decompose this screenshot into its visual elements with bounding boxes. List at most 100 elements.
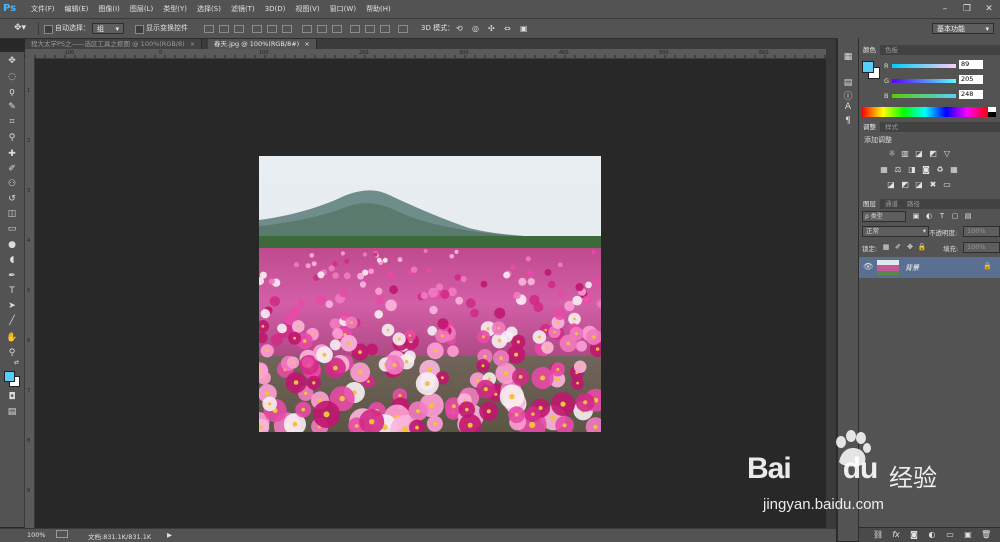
restore-button[interactable]: ❐ (956, 0, 978, 18)
menu-type[interactable]: 类型(Y) (158, 0, 192, 18)
auto-align-icon[interactable] (398, 25, 408, 33)
lasso-tool-icon[interactable]: ϙ (5, 85, 19, 99)
photo-filter-icon[interactable]: ◙ (921, 165, 931, 175)
hue-saturation-icon[interactable]: ▦ (879, 165, 889, 175)
roll-3d-icon[interactable]: ◎ (472, 19, 479, 38)
hand-tool-icon[interactable]: ✋ (5, 331, 19, 345)
exposure-icon[interactable]: ◩ (928, 149, 938, 159)
path-select-tool-icon[interactable]: ➤ (5, 299, 19, 313)
layer-name[interactable]: 背景 (905, 263, 919, 273)
filter-pixel-icon[interactable]: ▣ (911, 211, 921, 221)
distribute-hcenter-icon[interactable] (365, 25, 375, 33)
foreground-color-swatch[interactable] (862, 61, 874, 73)
distribute-bottom-icon[interactable] (332, 25, 342, 33)
minimize-button[interactable]: – (934, 0, 956, 18)
blur-tool-icon[interactable]: ● (5, 238, 19, 252)
fill-field[interactable]: 100% (963, 242, 1000, 253)
lock-position-icon[interactable]: ✥ (905, 242, 915, 252)
distribute-vcenter-icon[interactable] (317, 25, 327, 33)
selective-color-icon[interactable]: ✖ (928, 180, 938, 190)
move-tool-preset-icon[interactable]: ✥▾ (14, 19, 26, 38)
crop-tool-icon[interactable]: ⌗ (5, 115, 19, 129)
layer-kind-filter[interactable]: ρ 类型 (862, 211, 906, 222)
properties-panel-icon[interactable]: ▤ (841, 76, 855, 90)
move-tool-icon[interactable]: ✥ (5, 54, 19, 68)
distribute-top-icon[interactable] (302, 25, 312, 33)
distribute-left-icon[interactable] (350, 25, 360, 33)
posterize-icon[interactable]: ◩ (900, 180, 910, 190)
menu-select[interactable]: 选择(S) (192, 0, 226, 18)
curves-icon[interactable]: ◪ (914, 149, 924, 159)
g-slider[interactable] (892, 79, 956, 83)
link-icon[interactable]: ⛓ (873, 530, 883, 540)
menu-view[interactable]: 视图(V) (290, 0, 324, 18)
color-lookup-icon[interactable]: ▦ (949, 165, 959, 175)
status-menu-arrow-icon[interactable]: ▶ (167, 531, 172, 539)
quick-mask-icon[interactable]: ◘ (5, 390, 19, 404)
pen-tool-icon[interactable]: ✒ (5, 269, 19, 283)
tab-styles[interactable]: 样式 (881, 122, 902, 132)
character-panel-icon[interactable]: A (841, 100, 855, 114)
rotate-3d-icon[interactable]: ⟲ (456, 19, 463, 38)
dodge-tool-icon[interactable]: ◖ (5, 253, 19, 267)
fx-icon[interactable]: fx (891, 530, 901, 540)
channel-mixer-icon[interactable]: ♻ (935, 165, 945, 175)
align-top-icon[interactable] (204, 25, 214, 33)
black-swatch[interactable] (988, 112, 996, 117)
lock-transparent-icon[interactable]: ▦ (881, 242, 891, 252)
opacity-field[interactable]: 100% (963, 226, 1000, 237)
eye-icon[interactable]: 👁 (863, 262, 873, 271)
menu-layer[interactable]: 图层(L) (125, 0, 158, 18)
eraser-tool-icon[interactable]: ◫ (5, 207, 19, 221)
b-slider[interactable] (892, 94, 956, 98)
swap-colors-icon[interactable]: ⇄ (12, 358, 21, 367)
menu-filter[interactable]: 滤镜(T) (226, 0, 260, 18)
tab-layers[interactable]: 图层 (859, 199, 880, 209)
history-panel-icon[interactable]: ▦ (841, 50, 855, 64)
g-value[interactable]: 205 (959, 75, 983, 84)
brush-tool-icon[interactable]: ✐ (5, 162, 19, 176)
b-value[interactable]: 248 (959, 90, 983, 99)
eyedropper-tool-icon[interactable]: ⚲ (5, 131, 19, 145)
trash-icon[interactable]: 🗑 (981, 530, 991, 540)
tab-adjustments[interactable]: 调整 (859, 122, 880, 132)
document-tab-1[interactable]: 程大太学PS之——选区工具之抠图 @ 100%(RGB/8) × (25, 39, 203, 49)
auto-select-dropdown[interactable]: 组 ▾ (92, 23, 124, 34)
document-tab-2[interactable]: 春天.jpg @ 100%(RGB/8#) × (208, 39, 317, 49)
auto-select-checkbox[interactable] (44, 25, 53, 34)
history-brush-tool-icon[interactable]: ↺ (5, 192, 19, 206)
align-right-icon[interactable] (282, 25, 292, 33)
quick-select-tool-icon[interactable]: ✎ (5, 100, 19, 114)
align-hcenter-icon[interactable] (267, 25, 277, 33)
filter-adjust-icon[interactable]: ◐ (924, 211, 934, 221)
marquee-tool-icon[interactable]: ◌ (5, 70, 19, 84)
close-button[interactable]: ✕ (978, 0, 1000, 18)
r-value[interactable]: 89 (959, 60, 983, 69)
menu-file[interactable]: 文件(F) (26, 0, 60, 18)
layer-row-background[interactable]: 👁 背景 🔒 (859, 257, 1000, 278)
scale-3d-icon[interactable]: ▣ (520, 19, 528, 38)
line-tool-icon[interactable]: ╱ (5, 314, 19, 328)
filter-type-icon[interactable]: T (937, 211, 947, 221)
invert-icon[interactable]: ◪ (886, 180, 896, 190)
adjustment-icon[interactable]: ◐ (927, 530, 937, 540)
show-transform-checkbox[interactable] (135, 25, 144, 34)
workspace-dropdown[interactable]: 基本功能 ▾ (932, 23, 994, 34)
healing-brush-tool-icon[interactable]: ✚ (5, 147, 19, 161)
color-balance-icon[interactable]: ⚖ (893, 165, 903, 175)
r-slider[interactable] (892, 64, 956, 68)
screen-mode-icon[interactable]: ▤ (5, 405, 19, 419)
menu-window[interactable]: 窗口(W) (325, 0, 361, 18)
filter-smart-icon[interactable]: ▤ (963, 211, 973, 221)
distribute-right-icon[interactable] (380, 25, 390, 33)
canvas-area[interactable] (35, 59, 825, 528)
blend-mode-dropdown[interactable]: 正常 ▾ (862, 226, 929, 237)
zoom-level[interactable]: 100% (27, 531, 46, 539)
tab-paths[interactable]: 路径 (903, 199, 924, 209)
vibrance-icon[interactable]: ▽ (942, 149, 952, 159)
close-icon[interactable]: × (190, 40, 195, 48)
export-icon[interactable] (56, 530, 68, 538)
filter-shape-icon[interactable]: ▢ (950, 211, 960, 221)
gradient-tool-icon[interactable]: ▭ (5, 222, 19, 236)
drag-3d-icon[interactable]: ✣ (488, 19, 495, 38)
